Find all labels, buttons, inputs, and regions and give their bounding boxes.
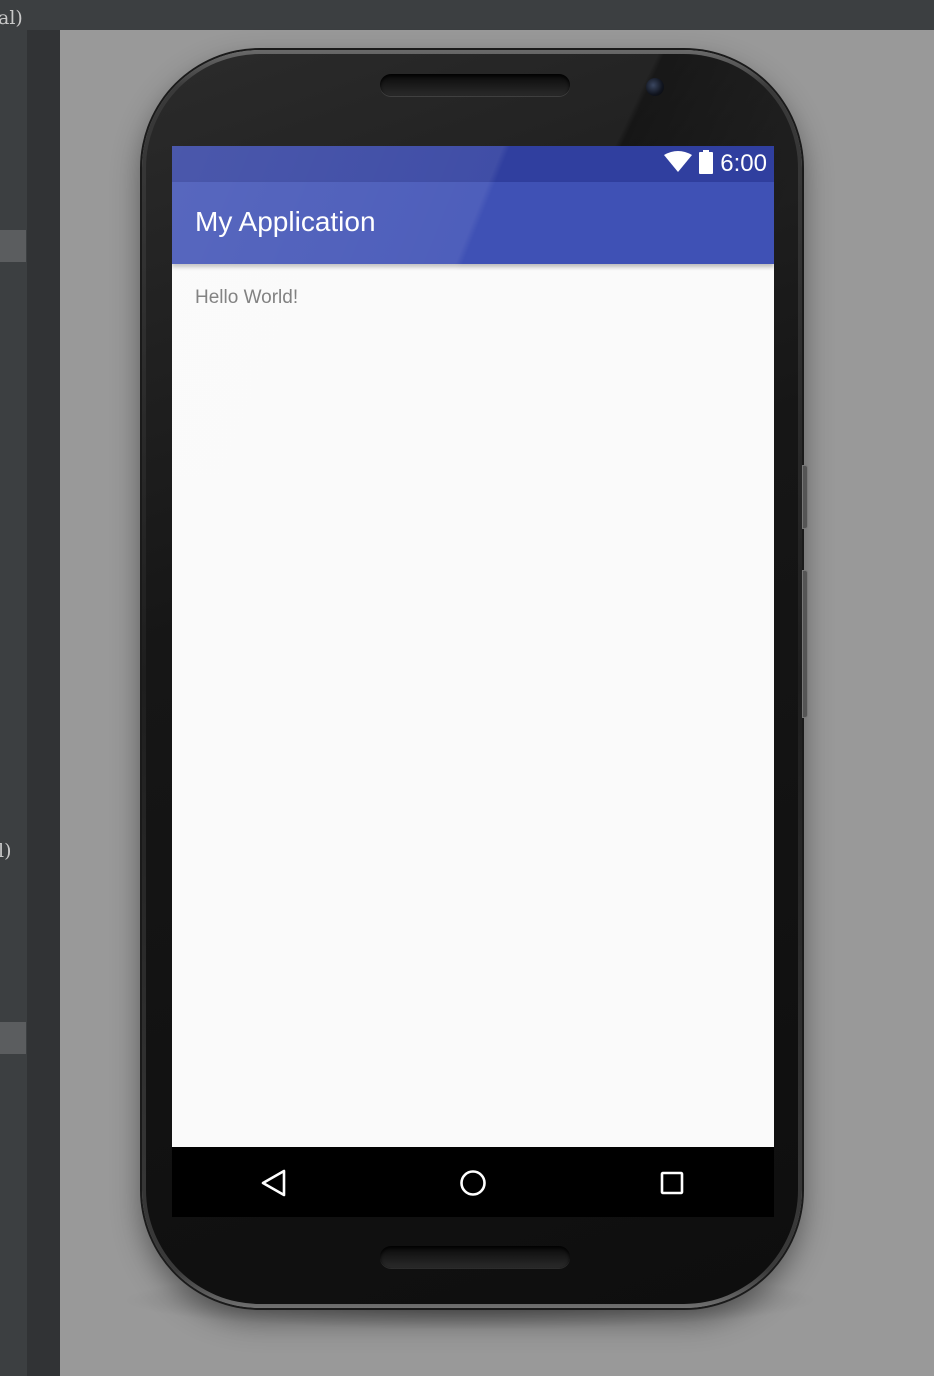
phone-screen: 6:00 My Application Hello World!	[172, 146, 774, 1217]
top-speaker-grille	[380, 74, 570, 96]
ide-panel-divider[interactable]	[27, 0, 60, 1376]
panel-scroll-block-bottom[interactable]	[0, 1022, 26, 1054]
navigation-bar	[172, 1147, 774, 1217]
home-icon[interactable]	[456, 1166, 490, 1200]
app-toolbar: My Application	[172, 182, 774, 264]
volume-rocker[interactable]	[802, 570, 808, 718]
recents-icon[interactable]	[655, 1166, 689, 1200]
back-icon[interactable]	[257, 1166, 291, 1200]
power-button[interactable]	[802, 465, 808, 529]
status-time: 6:00	[720, 150, 767, 177]
clipped-label-top: al)	[0, 7, 23, 29]
panel-scroll-block-top[interactable]	[0, 230, 26, 262]
status-bar: 6:00	[172, 146, 774, 182]
wifi-icon	[664, 150, 693, 178]
front-camera-icon	[646, 78, 664, 96]
bottom-speaker-grille	[380, 1246, 570, 1268]
main-content: Hello World!	[172, 264, 774, 1147]
ide-top-strip	[27, 0, 934, 30]
status-icons: 6:00	[664, 146, 767, 182]
app-title: My Application	[195, 206, 376, 237]
hello-text-view: Hello World!	[195, 287, 299, 308]
ide-left-panel: al) l)	[0, 0, 27, 1376]
clipped-label-bottom: l)	[0, 840, 12, 862]
battery-icon	[698, 149, 714, 179]
